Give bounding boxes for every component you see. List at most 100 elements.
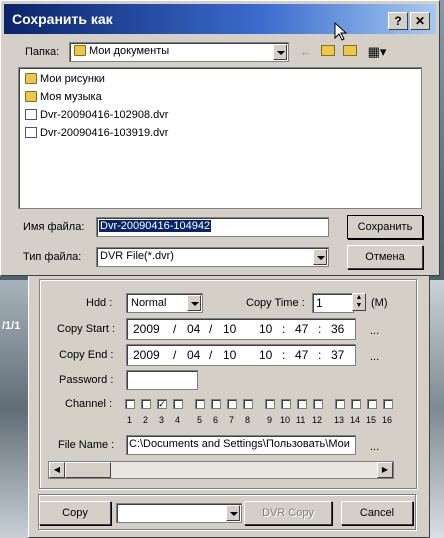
channel-checkbox[interactable] [195, 399, 205, 409]
title-bar[interactable]: Сохранить как ? ✕ [4, 4, 436, 34]
folder-icon [25, 91, 37, 102]
folder-icon [25, 73, 37, 84]
hdd-value: Normal [131, 297, 167, 309]
copy-time-label: Copy Time : [246, 297, 305, 309]
channel-checkbox[interactable] [297, 399, 307, 409]
end-day[interactable]: 10 [223, 348, 236, 362]
channel-checkbox[interactable] [281, 399, 291, 409]
channel-number: 8 [245, 415, 251, 425]
filename-label: Имя файла: [23, 221, 85, 233]
channel-checkbox[interactable] [367, 399, 377, 409]
end-year[interactable]: 2009 [133, 348, 160, 362]
list-item[interactable]: Мои рисунки [25, 73, 105, 89]
end-sep: : [318, 348, 322, 362]
save-as-dialog: Сохранить как ? ✕ Папка: Мои документы ←… [0, 0, 440, 276]
view-menu-icon[interactable]: ▦▾ [365, 44, 389, 60]
scroll-thumb[interactable] [65, 462, 111, 478]
dvr-file-icon [25, 127, 37, 138]
channel-checkbox[interactable] [125, 399, 135, 409]
channel-checkbox[interactable] [335, 399, 345, 409]
close-button[interactable]: ✕ [410, 12, 430, 30]
end-second[interactable]: 37 [331, 348, 344, 362]
save-button[interactable]: Сохранить [347, 215, 423, 239]
channel-checkbox[interactable] [313, 399, 323, 409]
copy-start-more[interactable]: ... [370, 325, 379, 337]
filetype-value: DVR File(*.dvr) [100, 250, 174, 262]
dvr-file-icon [25, 109, 37, 120]
channel-number: 4 [175, 415, 181, 425]
chevron-down-icon [313, 249, 327, 265]
list-item[interactable]: Dvr-20090416-102908.dvr [25, 109, 168, 125]
channel-number: 14 [350, 415, 361, 425]
dvr-copy-button[interactable]: DVR Copy [244, 501, 332, 525]
channel-checkbox[interactable] [227, 399, 237, 409]
copy-time-spinner[interactable]: ▲ ▼ [352, 293, 366, 311]
password-input[interactable] [126, 370, 198, 390]
channel-checkbox[interactable] [141, 399, 151, 409]
chevron-down-icon [187, 295, 201, 311]
copy-end-more[interactable]: ... [370, 351, 379, 363]
cancel-button[interactable]: Отмена [347, 245, 423, 269]
password-label: Password : [59, 374, 114, 386]
up-folder-icon[interactable] [319, 44, 337, 60]
channel-number: 16 [382, 415, 393, 425]
file-name-more[interactable]: ... [370, 441, 379, 453]
channel-checkbox[interactable] [173, 399, 183, 409]
channel-number: 3 [159, 415, 165, 425]
horizontal-scrollbar[interactable]: ◀ ▶ [48, 461, 394, 479]
channel-checkbox[interactable] [383, 399, 393, 409]
file-name: Моя музыка [40, 91, 102, 103]
channel-number: 2 [143, 415, 149, 425]
file-name-input[interactable]: C:\Documents and Settings\Пользовать\Мои [126, 435, 356, 455]
filetype-select[interactable]: DVR File(*.dvr) [96, 247, 329, 267]
channel-number: 5 [197, 415, 203, 425]
channel-number: 11 [296, 415, 306, 425]
start-second[interactable]: 36 [331, 322, 344, 336]
cursor-icon [334, 22, 348, 41]
folder-select[interactable]: Мои документы [69, 42, 289, 62]
background-video-right [428, 280, 444, 538]
hdd-select[interactable]: Normal [126, 293, 203, 313]
end-minute[interactable]: 47 [295, 348, 308, 362]
end-sep: / [173, 348, 177, 362]
end-month[interactable]: 04 [187, 348, 200, 362]
copy-start-datetime[interactable]: 2009 / 04 / 10 10 : 47 : 36 [126, 318, 356, 340]
my-documents-icon [74, 45, 86, 56]
scroll-left-icon[interactable]: ◀ [49, 462, 65, 478]
channel-number: 15 [366, 415, 377, 425]
channel-checkbox[interactable] [211, 399, 221, 409]
start-month[interactable]: 04 [187, 322, 200, 336]
channel-number: 13 [334, 415, 345, 425]
back-arrow-icon[interactable]: ← [297, 44, 315, 60]
channel-label: Channel : [65, 398, 113, 410]
list-item[interactable]: Dvr-20090416-103919.dvr [25, 127, 168, 143]
copy-start-label: Copy Start : [57, 323, 116, 335]
end-hour[interactable]: 10 [259, 348, 272, 362]
filename-input[interactable]: Dvr-20090416-104942 [96, 217, 329, 237]
file-name: Dvr-20090416-103919.dvr [40, 127, 169, 139]
help-button[interactable]: ? [388, 12, 408, 30]
file-name: Dvr-20090416-102908.dvr [40, 109, 169, 121]
dvr-cancel-button[interactable]: Cancel [341, 501, 413, 525]
dialog-title: Сохранить как [12, 11, 113, 27]
copy-target-select[interactable] [116, 503, 242, 523]
copy-time-input[interactable]: 1 [312, 293, 354, 313]
list-item[interactable]: Моя музыка [25, 91, 102, 107]
new-folder-icon[interactable] [341, 44, 359, 60]
channel-number: 6 [213, 415, 219, 425]
start-hour[interactable]: 10 [259, 322, 272, 336]
file-list[interactable]: Мои рисунки Моя музыка Dvr-20090416-1029… [18, 67, 422, 209]
channel-checkbox[interactable] [351, 399, 361, 409]
start-minute[interactable]: 47 [295, 322, 308, 336]
channel-checkbox[interactable] [243, 399, 253, 409]
channel-checkbox[interactable]: ✓ [157, 399, 167, 409]
end-sep: : [282, 348, 286, 362]
copy-button[interactable]: Copy [39, 501, 111, 525]
copy-end-label: Copy End : [59, 349, 114, 361]
channel-checkbox[interactable] [265, 399, 275, 409]
copy-end-datetime[interactable]: 2009 / 04 / 10 10 : 47 : 37 [126, 344, 356, 366]
scroll-right-icon[interactable]: ▶ [377, 462, 393, 478]
start-year[interactable]: 2009 [133, 322, 160, 336]
start-sep: / [209, 322, 213, 336]
start-day[interactable]: 10 [223, 322, 236, 336]
